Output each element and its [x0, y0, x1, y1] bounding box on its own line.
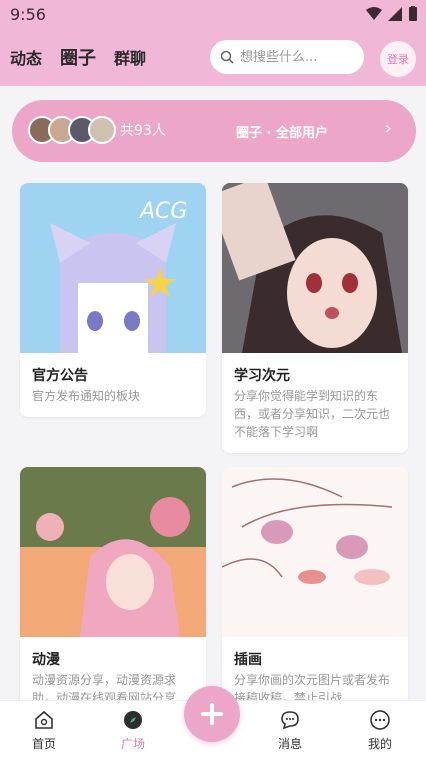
chevron-right-icon: ›: [384, 118, 392, 139]
nav-label: 首页: [31, 737, 56, 751]
tab-dynamic[interactable]: 动态: [10, 45, 42, 69]
search-icon: [220, 50, 234, 64]
nav-label: 广场: [120, 737, 145, 751]
plus-icon: [201, 703, 223, 725]
home-icon: [35, 710, 53, 729]
all-users-banner[interactable]: 共93人 圈子 · 全部用户 ›: [12, 100, 416, 162]
status-bar: 9:56: [0, 0, 426, 30]
card-description: 官方发布通知的板块: [32, 389, 141, 403]
login-button[interactable]: 登录: [380, 41, 416, 77]
nav-messages[interactable]: 消息: [260, 709, 320, 752]
compass-icon: [124, 711, 142, 729]
more-icon: [370, 710, 390, 730]
card-title: 官方公告: [32, 368, 88, 384]
member-count: 共93人: [120, 123, 166, 139]
avatar-stack: [28, 116, 116, 144]
circle-card[interactable]: 学习次元 分享你觉得能学到知识的东西，或者分享知识，二次元也不能落下学习啊: [222, 183, 408, 453]
circle-card[interactable]: 动漫 动漫资源分享，动漫资源求助，动漫在线观看网站分享: [20, 467, 206, 719]
card-image: [20, 467, 206, 637]
circle-card[interactable]: 插画 分享你画的次元图片或者发布接稿收稿，禁止引战: [222, 467, 408, 719]
search-input[interactable]: [240, 49, 360, 65]
top-header: 9:56 动态 圈子 群聊 登录: [0, 0, 426, 86]
acg-text: ACG: [138, 199, 187, 224]
search-box[interactable]: [210, 40, 364, 74]
signal-icon: [388, 7, 402, 21]
battery-icon: [409, 6, 417, 21]
banner-title: 圈子 · 全部用户: [236, 126, 328, 141]
tab-group-chat[interactable]: 群聊: [114, 45, 146, 69]
nav-plaza[interactable]: 广场: [103, 709, 163, 752]
tab-circle[interactable]: 圈子: [60, 44, 96, 70]
card-title: 学习次元: [234, 368, 290, 384]
add-post-button[interactable]: [184, 686, 240, 742]
avatar: [88, 116, 116, 144]
nav-label: 我的: [367, 737, 392, 751]
status-time: 9:56: [10, 5, 46, 24]
card-description: 分享你觉得能学到知识的东西，或者分享知识，二次元也不能落下学习啊: [234, 389, 391, 439]
wifi-icon: [366, 7, 382, 20]
nav-label: 消息: [277, 737, 302, 751]
top-tabs: 动态 圈子 群聊: [10, 44, 146, 70]
card-image: ACG: [20, 183, 206, 353]
circle-card[interactable]: ACG 官方公告 官方发布通知的板块: [20, 183, 206, 417]
card-title: 动漫: [32, 652, 60, 668]
card-title: 插画: [234, 652, 262, 668]
card-image: [222, 467, 408, 637]
chat-icon: [281, 711, 299, 730]
nav-home[interactable]: 首页: [14, 709, 74, 752]
status-icons: [366, 6, 418, 22]
card-image: [222, 183, 408, 353]
nav-me[interactable]: 我的: [350, 709, 410, 752]
